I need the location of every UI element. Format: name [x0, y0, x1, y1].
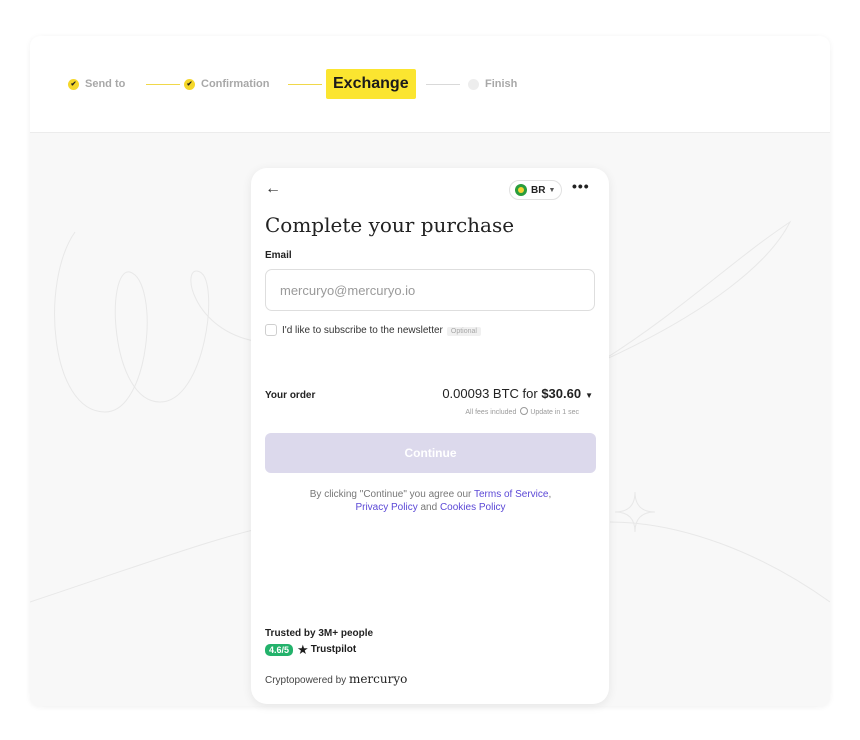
trustpilot-rating: 4.6/5 [265, 643, 294, 656]
step-connector [426, 84, 460, 85]
trusted-text: Trusted by 3M+ people [265, 628, 374, 639]
chevron-down-icon: ▼ [548, 186, 556, 194]
step-send-to: ✔ Send to [68, 78, 125, 90]
trustpilot-name: Trustpilot [310, 644, 357, 655]
step-label: Confirmation [201, 78, 270, 90]
legal-comma: , [548, 489, 552, 500]
legal-and: and [417, 502, 440, 513]
page-title: Complete your purchase [265, 213, 515, 237]
clock-icon [520, 407, 529, 415]
legal-prefix: By clicking "Continue" you agree our [309, 489, 474, 500]
step-exchange: Exchange [326, 69, 416, 99]
sparkle-icon [614, 491, 656, 533]
fees-text: All fees included [465, 409, 517, 416]
order-label: Your order [265, 390, 316, 401]
cookies-policy-link[interactable]: Cookies Policy [440, 502, 506, 513]
email-label: Email [265, 250, 292, 261]
trustpilot-badge[interactable]: 4.6/5 ★ Trustpilot [265, 643, 356, 656]
privacy-policy-link[interactable]: Privacy Policy [355, 502, 417, 513]
mercuryo-logo: mercuryo [348, 672, 408, 686]
check-icon: ✔ [68, 78, 79, 90]
step-label: Exchange [333, 75, 409, 92]
chevron-down-icon: ▼ [585, 391, 593, 400]
step-finish: Finish [468, 78, 517, 90]
region-selector[interactable]: BR ▼ [509, 180, 562, 200]
leaf-line [599, 220, 792, 363]
terms-of-service-link[interactable]: Terms of Service [474, 489, 548, 500]
back-arrow-icon[interactable]: ← [265, 180, 281, 198]
purchase-widget: ← BR ▼ ••• Complete your purchase Email … [251, 168, 609, 704]
more-options-icon[interactable]: ••• [572, 178, 590, 194]
step-label: Send to [85, 78, 126, 90]
step-connector [288, 84, 322, 85]
optional-badge: Optional [446, 327, 481, 336]
check-icon: ✔ [184, 78, 195, 90]
pending-dot-icon [468, 78, 479, 90]
newsletter-text: I'd like to subscribe to the newsletter [282, 325, 443, 336]
fees-info: All fees included Update in 1 sec [465, 407, 579, 416]
email-field[interactable] [265, 269, 595, 311]
newsletter-checkbox[interactable] [265, 324, 277, 336]
step-connector [146, 84, 180, 85]
swirl-line [54, 231, 261, 413]
order-amount-price: $30.60 [541, 386, 582, 401]
update-timer: Update in 1 sec [530, 409, 579, 416]
newsletter-label[interactable]: I'd like to subscribe to the newsletter O… [282, 325, 481, 336]
progress-stepper: ✔ Send to ✔ Confirmation Exchange Finish [30, 36, 830, 133]
powered-by: Cryptopowered by mercuryo [265, 672, 407, 686]
continue-button[interactable]: Continue [265, 433, 596, 473]
powered-prefix: Cryptopowered by [265, 675, 349, 686]
step-label: Finish [485, 78, 518, 90]
order-amount-crypto: 0.00093 BTC for [442, 386, 542, 401]
brazil-flag-icon [515, 184, 527, 196]
legal-text: By clicking "Continue" you agree our Ter… [265, 488, 596, 514]
curve-line-right [609, 521, 830, 603]
order-amount-toggle[interactable]: 0.00093 BTC for $30.60 ▼ [442, 386, 593, 401]
star-icon: ★ [297, 642, 309, 657]
step-confirmation: ✔ Confirmation [184, 78, 269, 90]
region-code: BR [531, 184, 546, 196]
